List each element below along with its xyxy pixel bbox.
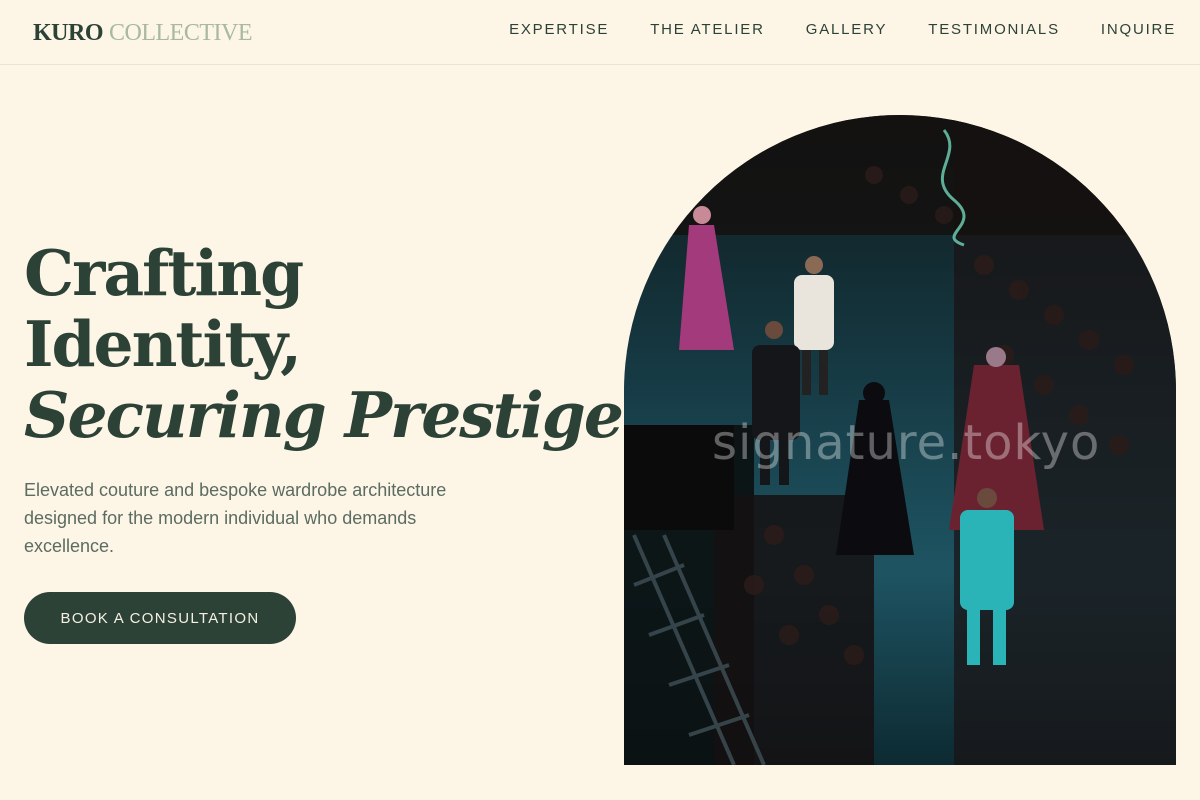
nav-link-expertise[interactable]: EXPERTISE: [509, 21, 609, 39]
book-consultation-button[interactable]: BOOK A CONSULTATION: [24, 592, 296, 644]
hero-image: signature.tokyo: [624, 115, 1176, 765]
hero-title: Crafting Identity, Securing Prestige.: [24, 236, 644, 452]
brand-name-primary: KURO: [33, 20, 104, 46]
hero-title-line-2: Identity,: [24, 307, 302, 381]
brand-name-secondary: COLLECTIVE: [109, 20, 252, 46]
hero-title-line-1: Crafting: [24, 236, 304, 310]
nav-link-the-atelier[interactable]: THE ATELIER: [650, 21, 765, 39]
brand-logo[interactable]: KURO COLLECTIVE: [33, 19, 252, 47]
hero-title-line-3: Securing Prestige.: [24, 378, 644, 452]
hero-subtitle: Elevated couture and bespoke wardrobe ar…: [24, 480, 447, 556]
nav-link-testimonials[interactable]: TESTIMONIALS: [928, 21, 1060, 39]
nav-link-inquire[interactable]: INQUIRE: [1101, 21, 1176, 39]
nav-link-gallery[interactable]: GALLERY: [806, 21, 888, 39]
main-nav: EXPERTISE THE ATELIER GALLERY TESTIMONIA…: [509, 21, 1176, 39]
site-header: KURO COLLECTIVE EXPERTISE THE ATELIER GAL…: [0, 0, 1200, 65]
image-watermark: signature.tokyo: [712, 415, 1101, 471]
